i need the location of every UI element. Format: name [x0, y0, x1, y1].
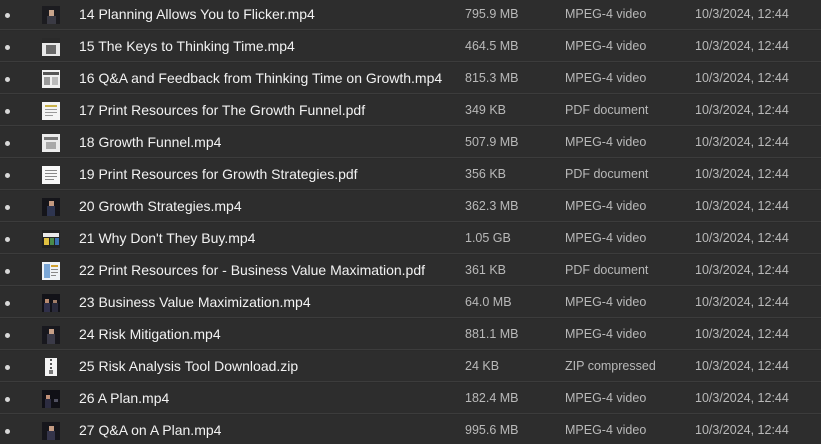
bullet-icon — [5, 365, 10, 370]
bullet-icon — [5, 429, 10, 434]
file-type: MPEG-4 video — [565, 391, 647, 405]
video-thumbnail-icon — [42, 230, 60, 248]
pdf-thumbnail-icon — [42, 102, 60, 120]
file-size: 349 KB — [465, 103, 507, 117]
file-row[interactable]: 14 Planning Allows You to Flicker.mp4 79… — [0, 0, 821, 30]
file-size: 507.9 MB — [465, 135, 519, 149]
file-row[interactable]: 22 Print Resources for - Business Value … — [0, 255, 821, 286]
file-type: MPEG-4 video — [565, 199, 647, 213]
video-thumbnail-icon — [42, 326, 60, 344]
file-modified: 10/3/2024, 12:44 — [695, 231, 789, 245]
zip-archive-icon — [42, 358, 60, 376]
bullet-icon — [5, 301, 10, 306]
video-thumbnail-icon — [42, 422, 60, 440]
file-type: MPEG-4 video — [565, 39, 647, 53]
file-type: ZIP compressed — [565, 359, 656, 373]
file-name: 21 Why Don't They Buy.mp4 — [79, 230, 256, 246]
file-size: 361 KB — [465, 263, 507, 277]
file-size: 64.0 MB — [465, 295, 512, 309]
file-name: 18 Growth Funnel.mp4 — [79, 134, 222, 150]
file-type: PDF document — [565, 103, 649, 117]
bullet-icon — [5, 77, 10, 82]
file-modified: 10/3/2024, 12:44 — [695, 391, 789, 405]
file-row[interactable]: 21 Why Don't They Buy.mp4 1.05 GB MPEG-4… — [0, 223, 821, 254]
file-size: 464.5 MB — [465, 39, 519, 53]
file-row[interactable]: 27 Q&A on A Plan.mp4 995.6 MB MPEG-4 vid… — [0, 415, 821, 444]
file-type: MPEG-4 video — [565, 7, 647, 21]
file-modified: 10/3/2024, 12:44 — [695, 71, 789, 85]
file-type: MPEG-4 video — [565, 135, 647, 149]
file-row[interactable]: 18 Growth Funnel.mp4 507.9 MB MPEG-4 vid… — [0, 127, 821, 158]
bullet-icon — [5, 397, 10, 402]
file-size: 1.05 GB — [465, 231, 511, 245]
file-name: 22 Print Resources for - Business Value … — [79, 262, 426, 278]
file-type: MPEG-4 video — [565, 71, 647, 85]
video-thumbnail-icon — [42, 294, 60, 312]
bullet-icon — [5, 269, 10, 274]
video-thumbnail-icon — [42, 134, 60, 152]
file-modified: 10/3/2024, 12:44 — [695, 359, 789, 373]
bullet-icon — [5, 205, 10, 210]
file-modified: 10/3/2024, 12:44 — [695, 103, 789, 117]
file-row[interactable]: 19 Print Resources for Growth Strategies… — [0, 159, 821, 190]
file-name: 14 Planning Allows You to Flicker.mp4 — [79, 6, 315, 22]
video-thumbnail-icon — [42, 390, 60, 408]
file-modified: 10/3/2024, 12:44 — [695, 7, 789, 21]
file-type: PDF document — [565, 263, 649, 277]
file-modified: 10/3/2024, 12:44 — [695, 295, 789, 309]
file-row[interactable]: 20 Growth Strategies.mp4 362.3 MB MPEG-4… — [0, 191, 821, 222]
bullet-icon — [5, 109, 10, 114]
file-row[interactable]: 17 Print Resources for The Growth Funnel… — [0, 95, 821, 126]
pdf-thumbnail-icon — [42, 262, 60, 280]
file-size: 995.6 MB — [465, 423, 519, 437]
file-size: 356 KB — [465, 167, 507, 181]
file-list: 14 Planning Allows You to Flicker.mp4 79… — [0, 0, 821, 444]
file-modified: 10/3/2024, 12:44 — [695, 167, 789, 181]
file-size: 362.3 MB — [465, 199, 519, 213]
bullet-icon — [5, 45, 10, 50]
file-size: 881.1 MB — [465, 327, 519, 341]
file-type: MPEG-4 video — [565, 327, 647, 341]
file-row[interactable]: 15 The Keys to Thinking Time.mp4 464.5 M… — [0, 31, 821, 62]
file-modified: 10/3/2024, 12:44 — [695, 199, 789, 213]
file-size: 24 KB — [465, 359, 500, 373]
file-modified: 10/3/2024, 12:44 — [695, 327, 789, 341]
file-name: 16 Q&A and Feedback from Thinking Time o… — [79, 70, 443, 86]
file-name: 24 Risk Mitigation.mp4 — [79, 326, 221, 342]
file-size: 182.4 MB — [465, 391, 519, 405]
file-row[interactable]: 24 Risk Mitigation.mp4 881.1 MB MPEG-4 v… — [0, 319, 821, 350]
file-type: PDF document — [565, 167, 649, 181]
video-thumbnail-icon — [42, 198, 60, 216]
file-name: 23 Business Value Maximization.mp4 — [79, 294, 311, 310]
file-row[interactable]: 23 Business Value Maximization.mp4 64.0 … — [0, 287, 821, 318]
file-name: 19 Print Resources for Growth Strategies… — [79, 166, 358, 182]
bullet-icon — [5, 173, 10, 178]
file-name: 27 Q&A on A Plan.mp4 — [79, 422, 222, 438]
bullet-icon — [5, 237, 10, 242]
file-modified: 10/3/2024, 12:44 — [695, 135, 789, 149]
video-thumbnail-icon — [42, 38, 60, 56]
file-modified: 10/3/2024, 12:44 — [695, 39, 789, 53]
file-row[interactable]: 16 Q&A and Feedback from Thinking Time o… — [0, 63, 821, 94]
file-size: 815.3 MB — [465, 71, 519, 85]
file-name: 17 Print Resources for The Growth Funnel… — [79, 102, 366, 118]
video-thumbnail-icon — [42, 70, 60, 88]
bullet-icon — [5, 141, 10, 146]
file-type: MPEG-4 video — [565, 231, 647, 245]
video-thumbnail-icon — [42, 6, 60, 24]
pdf-thumbnail-icon — [42, 166, 60, 184]
file-name: 20 Growth Strategies.mp4 — [79, 198, 242, 214]
file-type: MPEG-4 video — [565, 423, 647, 437]
file-row[interactable]: 25 Risk Analysis Tool Download.zip 24 KB… — [0, 351, 821, 382]
file-type: MPEG-4 video — [565, 295, 647, 309]
file-size: 795.9 MB — [465, 7, 519, 21]
bullet-icon — [5, 13, 10, 18]
file-row[interactable]: 26 A Plan.mp4 182.4 MB MPEG-4 video 10/3… — [0, 383, 821, 414]
file-name: 15 The Keys to Thinking Time.mp4 — [79, 38, 295, 54]
bullet-icon — [5, 333, 10, 338]
file-name: 25 Risk Analysis Tool Download.zip — [79, 358, 299, 374]
file-modified: 10/3/2024, 12:44 — [695, 423, 789, 437]
file-modified: 10/3/2024, 12:44 — [695, 263, 789, 277]
file-name: 26 A Plan.mp4 — [79, 390, 170, 406]
